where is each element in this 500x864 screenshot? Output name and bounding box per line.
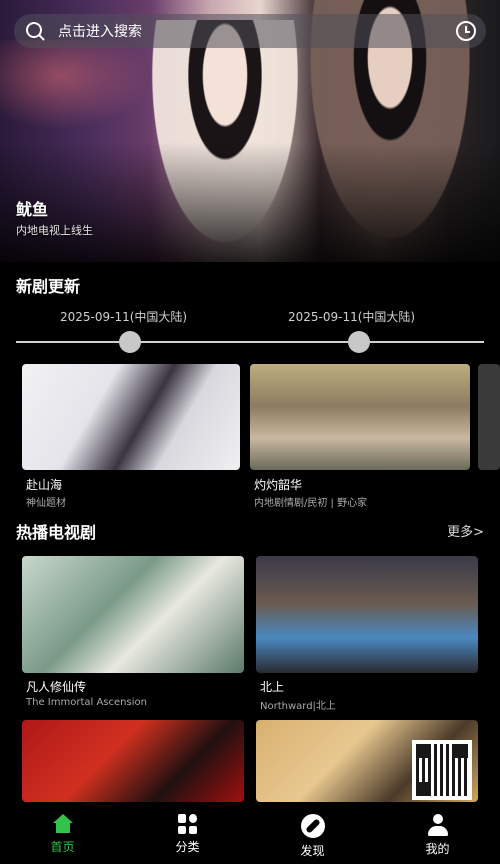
category-icon	[177, 814, 198, 834]
drama-title: 赴山海	[26, 478, 63, 492]
drama-poster-partial[interactable]	[478, 364, 500, 470]
home-icon	[52, 814, 74, 834]
drama-card[interactable]: 灼灼韶华 内地剧情剧/民初 | 野心家	[250, 364, 470, 510]
drama-poster	[22, 364, 240, 470]
nav-item-home[interactable]: 首页	[0, 802, 125, 864]
nav-item-discover[interactable]: 发现	[250, 802, 375, 864]
tv-card[interactable]	[22, 720, 244, 802]
hero-fade	[0, 142, 500, 262]
timeline-date: 2025-09-11(中国大陆)	[288, 310, 416, 324]
bottom-nav: 首页 分类 发现 我的	[0, 802, 500, 864]
qr-code	[412, 740, 472, 800]
tv-poster	[22, 720, 244, 802]
tv-title: 凡人修仙传	[26, 680, 87, 694]
tv-card[interactable]: 北上 Northward|北上	[256, 556, 478, 712]
drama-poster	[250, 364, 470, 470]
search-placeholder: 点击进入搜索	[58, 24, 142, 40]
nav-label: 首页	[50, 840, 75, 854]
drama-subtitle: 神仙题材	[26, 498, 66, 509]
tv-subtitle: Northward|北上	[260, 701, 336, 712]
nav-label: 分类	[175, 840, 200, 854]
nav-label: 发现	[300, 844, 325, 858]
tv-card[interactable]	[256, 720, 478, 802]
search-icon	[24, 20, 46, 42]
drama-title: 灼灼韶华	[254, 478, 303, 492]
tv-poster	[256, 556, 478, 673]
timeline-dot[interactable]	[119, 331, 141, 353]
nav-item-category[interactable]: 分类	[125, 802, 250, 864]
user-icon	[427, 814, 449, 836]
timeline-line	[16, 341, 484, 343]
tv-subtitle: The Immortal Ascension	[26, 697, 147, 708]
nav-item-profile[interactable]: 我的	[375, 802, 500, 864]
more-link[interactable]: 更多>	[447, 521, 484, 540]
timeline-dot[interactable]	[348, 331, 370, 353]
timeline-date: 2025-09-11(中国大陆)	[60, 310, 188, 324]
search-bar[interactable]: 点击进入搜索	[14, 14, 486, 48]
tv-poster	[22, 556, 244, 673]
history-icon[interactable]	[456, 21, 476, 41]
hero-subtitle: 内地电视上线生	[16, 224, 93, 237]
section-title-new: 新剧更新	[16, 277, 81, 296]
drama-subtitle: 内地剧情剧/民初 | 野心家	[254, 498, 368, 509]
tv-title: 北上	[260, 680, 285, 694]
nav-label: 我的	[425, 842, 450, 856]
section-title-hot: 热播电视剧	[16, 523, 97, 542]
hero-background-lights	[0, 40, 150, 130]
tv-card[interactable]: 凡人修仙传 The Immortal Ascension	[22, 556, 244, 712]
hero-title: 鱿鱼	[16, 200, 49, 219]
drama-card[interactable]: 赴山海 神仙题材	[22, 364, 240, 510]
compass-icon	[300, 814, 325, 838]
